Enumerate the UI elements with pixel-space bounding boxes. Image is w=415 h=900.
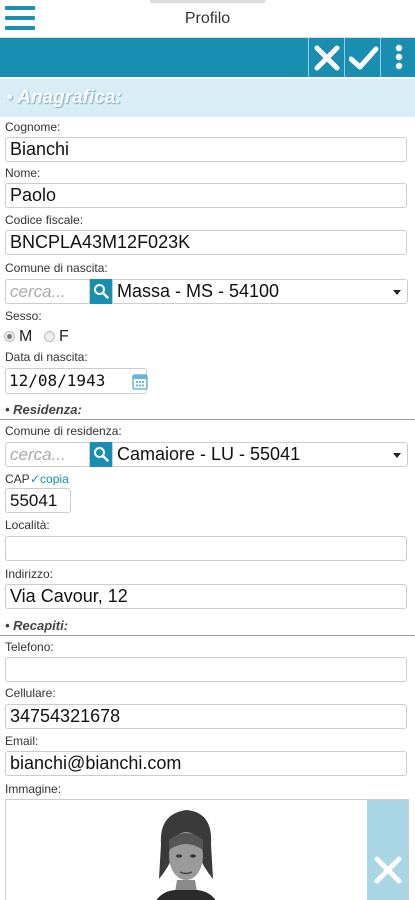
comune-residenza-label: Comune di residenza: xyxy=(5,424,122,438)
cellulare-label: Cellulare: xyxy=(5,686,56,700)
calendar-icon[interactable] xyxy=(132,372,148,390)
comune-residenza-selected: Camaiore - LU - 55041 xyxy=(117,444,301,464)
save-button[interactable] xyxy=(344,38,380,77)
comune-nascita-search-input[interactable]: cerca... xyxy=(5,279,90,304)
status-grab-bar xyxy=(150,0,265,3)
sesso-label: Sesso: xyxy=(5,309,42,323)
section-residenza: • Residenza: xyxy=(0,402,415,420)
localita-field[interactable] xyxy=(5,536,407,561)
comune-nascita-selected: Massa - MS - 54100 xyxy=(117,281,280,301)
nome-label: Nome: xyxy=(5,166,41,180)
email-field[interactable]: bianchi@bianchi.com xyxy=(5,751,407,776)
comune-nascita-label: Comune di nascita: xyxy=(5,261,108,275)
cap-label: CAP xyxy=(5,472,30,486)
sesso-option-f-label: F xyxy=(59,328,69,345)
page-title: Profilo xyxy=(184,10,231,27)
comune-residenza-search-button[interactable] xyxy=(90,442,112,467)
data-nascita-field[interactable]: 12/08/1943 xyxy=(5,368,148,394)
profile-photo xyxy=(156,810,216,900)
cancel-button[interactable] xyxy=(308,38,344,77)
search-icon xyxy=(94,447,109,462)
chevron-down-icon xyxy=(393,453,401,458)
localita-label: Località: xyxy=(5,518,50,532)
section-anagrafica: • Anagrafica: xyxy=(0,79,415,117)
close-icon xyxy=(314,45,340,71)
section-residenza-title: • Residenza: xyxy=(5,402,82,417)
comune-nascita-search-button[interactable] xyxy=(90,279,112,304)
comune-residenza-search-input[interactable]: cerca... xyxy=(5,442,90,467)
nome-field[interactable]: Paolo xyxy=(5,183,407,208)
cap-copy-link[interactable]: ✓copia xyxy=(30,472,69,486)
immagine-label: Immagine: xyxy=(5,782,62,796)
cellulare-field[interactable]: 34754321678 xyxy=(5,704,407,729)
section-recapiti-title: • Recapiti: xyxy=(5,618,69,633)
more-options-button[interactable] xyxy=(380,38,415,77)
sesso-radio-f[interactable] xyxy=(44,331,55,342)
data-nascita-value: 12/08/1943 xyxy=(9,371,106,390)
section-anagrafica-title: • Anagrafica: xyxy=(6,87,122,108)
search-icon xyxy=(94,284,109,299)
codice-fiscale-field[interactable]: BNCPLA43M12F023K xyxy=(5,230,407,255)
indirizzo-label: Indirizzo: xyxy=(5,567,54,581)
codice-fiscale-label: Codice fiscale: xyxy=(5,213,84,227)
sesso-radio-m[interactable] xyxy=(4,331,15,342)
telefono-field[interactable] xyxy=(5,657,407,682)
section-recapiti: • Recapiti: xyxy=(0,618,415,636)
sesso-option-m-label: M xyxy=(19,328,33,345)
cognome-label: Cognome: xyxy=(5,120,61,134)
comune-nascita-select[interactable]: Massa - MS - 54100 xyxy=(112,279,408,304)
indirizzo-field[interactable]: Via Cavour, 12 xyxy=(5,584,407,609)
cap-field[interactable]: 55041 xyxy=(5,488,71,513)
action-toolbar xyxy=(0,38,415,77)
more-vertical-icon xyxy=(395,44,403,70)
app-header: Profilo xyxy=(0,0,415,38)
check-icon xyxy=(349,46,379,70)
email-label: Email: xyxy=(5,734,39,748)
comune-residenza-select[interactable]: Camaiore - LU - 55041 xyxy=(112,442,408,467)
profile-image-area[interactable] xyxy=(5,799,409,900)
delete-image-icon xyxy=(374,856,402,884)
data-nascita-label: Data di nascita: xyxy=(5,350,88,364)
cognome-field[interactable]: Bianchi xyxy=(5,137,407,162)
chevron-down-icon xyxy=(393,290,401,295)
telefono-label: Telefono: xyxy=(5,640,54,654)
delete-image-button[interactable] xyxy=(367,800,408,900)
